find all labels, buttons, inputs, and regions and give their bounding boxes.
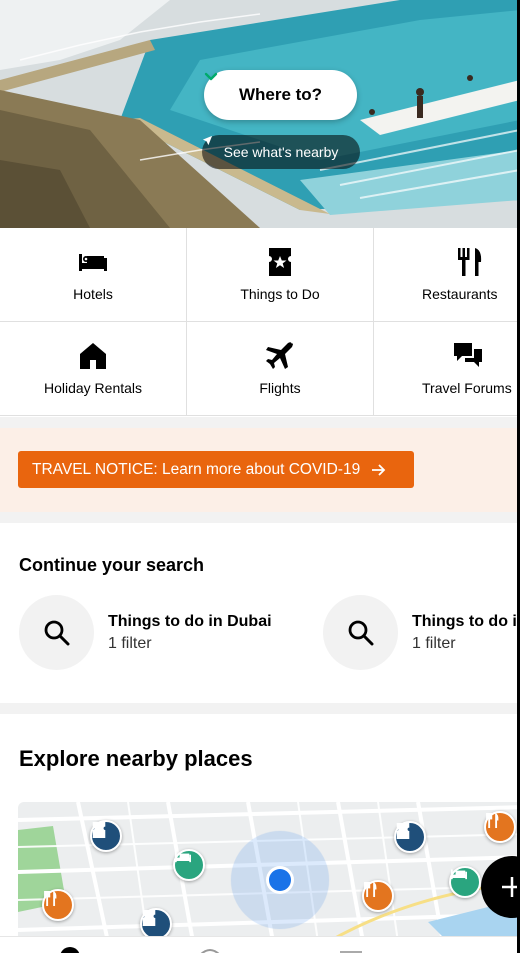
house-icon — [79, 342, 107, 370]
category-label: Travel Forums — [422, 380, 512, 396]
category-hotels[interactable]: Hotels — [0, 228, 187, 322]
hotel-pin[interactable] — [173, 849, 205, 881]
search-icon-circle — [323, 595, 398, 670]
travel-notice-label: TRAVEL NOTICE: Learn more about COVID-19 — [32, 460, 361, 478]
section-divider — [0, 417, 520, 428]
category-restaurants[interactable]: Restaurants — [374, 228, 520, 322]
restaurant-pin[interactable] — [42, 889, 74, 921]
continue-search-title: Continue your search — [19, 555, 205, 575]
category-label: Holiday Rentals — [43, 380, 143, 396]
recent-search-subtitle: 1 filter — [412, 634, 456, 652]
bed-icon — [79, 248, 107, 276]
search-icon — [348, 620, 373, 645]
recent-search-title: Things to do in — [412, 612, 520, 630]
explore-nearby-title: Explore nearby places — [19, 746, 253, 771]
travel-notice-button[interactable]: TRAVEL NOTICE: Learn more about COVID-19 — [18, 451, 414, 488]
section-divider — [0, 512, 520, 523]
fork-knife-icon — [364, 882, 377, 897]
ticket-icon — [396, 823, 410, 839]
see-nearby-label: See what's nearby — [223, 144, 339, 160]
section-divider — [0, 703, 520, 714]
category-label: Things to Do — [240, 285, 320, 302]
recent-search-card[interactable]: Things to do in 1 filter — [323, 595, 520, 670]
plane-icon — [266, 342, 294, 370]
category-things-to-do[interactable]: Things to Do — [187, 228, 374, 322]
fork-knife-icon — [486, 813, 499, 828]
search-icon — [44, 620, 69, 645]
ticket-icon — [92, 822, 106, 838]
category-label: Hotels — [73, 285, 113, 302]
home-icon — [60, 947, 80, 953]
fork-knife-icon — [456, 247, 484, 276]
bed-icon — [175, 852, 191, 863]
recent-search-card[interactable]: Things to do in Dubai 1 filter — [19, 595, 272, 670]
restaurant-pin[interactable] — [484, 811, 516, 843]
fork-knife-icon — [44, 891, 57, 906]
where-to-label: Where to? — [238, 85, 323, 104]
search-icon-circle — [19, 595, 94, 670]
bed-icon — [451, 869, 467, 880]
see-nearby-button[interactable]: See what's nearby — [202, 135, 360, 169]
hotel-pin[interactable] — [449, 866, 481, 898]
category-holiday-rentals[interactable]: Holiday Rentals — [0, 322, 187, 416]
where-to-button[interactable]: Where to? — [204, 70, 357, 120]
chevron-down-icon — [204, 72, 218, 81]
category-label: Restaurants — [422, 285, 498, 302]
arrow-right-icon — [372, 463, 386, 476]
notice-banner: TRAVEL NOTICE: Learn more about COVID-19 — [0, 428, 520, 512]
attraction-pin[interactable] — [394, 821, 426, 853]
category-flights[interactable]: Flights — [187, 322, 374, 416]
ticket-icon — [266, 247, 294, 276]
restaurant-pin[interactable] — [362, 880, 394, 912]
nearby-map[interactable] — [18, 802, 520, 942]
attraction-pin[interactable] — [90, 820, 122, 852]
bottom-nav-icons — [60, 947, 362, 953]
ticket-icon — [142, 910, 156, 926]
chat-bubbles-icon — [454, 342, 482, 370]
category-grid: Hotels Things to Do Restaurants Holiday … — [0, 228, 520, 416]
recent-search-subtitle: 1 filter — [108, 634, 152, 652]
hero-banner: Where to? See what's nearby — [0, 0, 520, 228]
bottom-navigation — [0, 936, 520, 953]
category-travel-forums[interactable]: Travel Forums — [374, 322, 520, 416]
recent-search-title: Things to do in Dubai — [108, 612, 272, 630]
location-arrow-icon — [202, 135, 213, 146]
category-label: Flights — [259, 380, 301, 396]
